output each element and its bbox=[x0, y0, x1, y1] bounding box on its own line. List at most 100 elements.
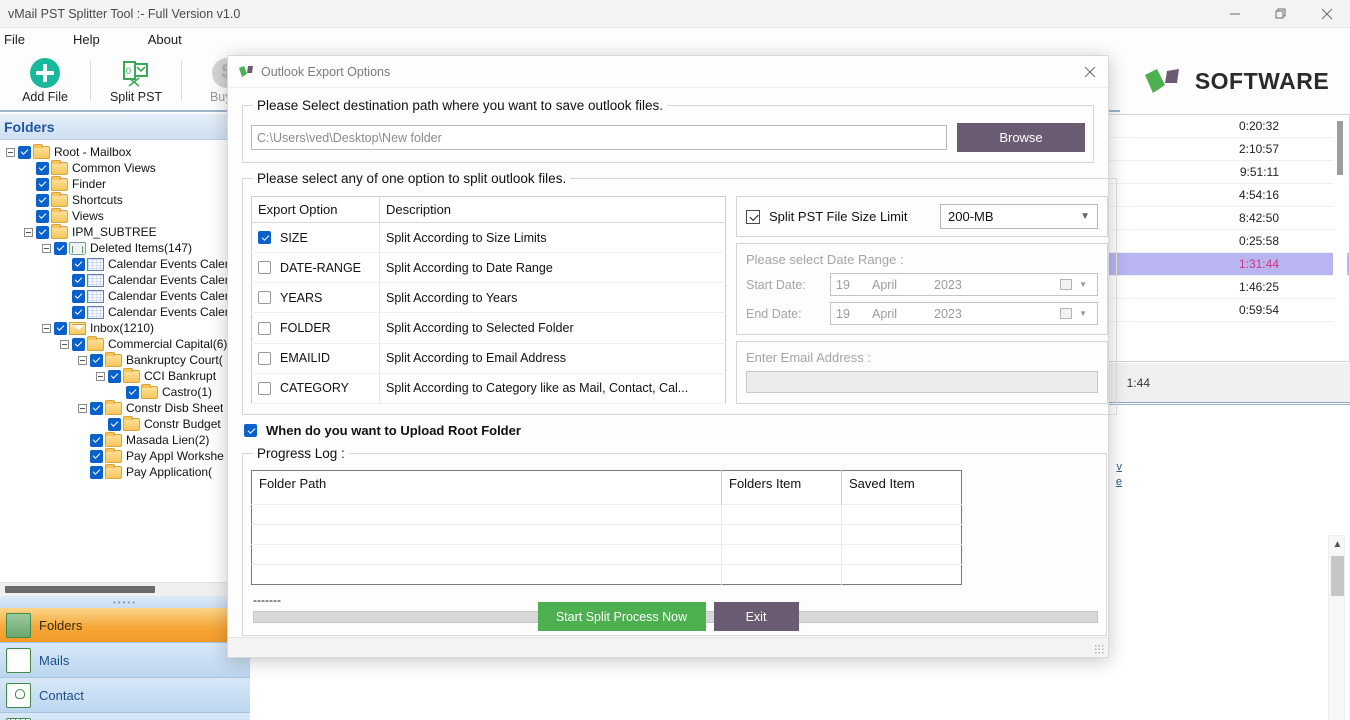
tree-node[interactable]: Calendar Events Calen bbox=[0, 304, 250, 320]
tree-node-checkbox[interactable] bbox=[36, 161, 49, 175]
option-checkbox-date-range[interactable] bbox=[258, 261, 271, 275]
option-checkbox-folder[interactable] bbox=[258, 321, 271, 335]
preview-scrollbar[interactable]: ▲ ▼ bbox=[1328, 535, 1345, 720]
start-date-picker-button[interactable]: ▼ bbox=[1055, 279, 1097, 290]
size-limit-checkbox[interactable] bbox=[746, 209, 760, 224]
tree-node-checkbox[interactable] bbox=[72, 273, 85, 287]
tree-node[interactable]: Constr Budget bbox=[0, 415, 250, 432]
email-address-input[interactable] bbox=[746, 371, 1098, 393]
tree-node-checkbox[interactable] bbox=[36, 177, 49, 191]
table-row[interactable]: DATE-RANGE Split According to Date Range bbox=[251, 252, 726, 284]
end-date-field[interactable]: 19 April 2023 ▼ bbox=[830, 302, 1098, 325]
tree-node[interactable]: Finder bbox=[0, 175, 250, 192]
tree-node-checkbox[interactable] bbox=[36, 225, 49, 239]
tree-node-checkbox[interactable] bbox=[72, 337, 85, 351]
tree-node[interactable]: Calendar Events Calen bbox=[0, 256, 250, 272]
tree-node-checkbox[interactable] bbox=[36, 209, 49, 223]
tree-node-checkbox[interactable] bbox=[90, 353, 103, 367]
tree-node[interactable]: Inbox(1210) bbox=[0, 320, 250, 336]
tree-collapse-icon[interactable] bbox=[24, 227, 33, 237]
toolbar-split-pst-button[interactable]: 0 Split PST bbox=[91, 52, 181, 110]
tree-node[interactable]: Views bbox=[0, 207, 250, 224]
tree-node[interactable]: Pay Appl Workshe bbox=[0, 447, 250, 464]
start-date-field[interactable]: 19 April 2023 ▼ bbox=[830, 273, 1098, 296]
end-date-picker-button[interactable]: ▼ bbox=[1055, 308, 1097, 319]
chevron-up-icon[interactable]: ▲ bbox=[1329, 536, 1346, 553]
tree-node-checkbox[interactable] bbox=[90, 433, 103, 447]
folder-tree[interactable]: Root - Mailbox Common Views Finder Shortcut… bbox=[0, 140, 250, 580]
tree-collapse-icon[interactable] bbox=[78, 403, 87, 413]
tree-node[interactable]: Shortcuts bbox=[0, 191, 250, 208]
tree-collapse-icon[interactable] bbox=[96, 371, 105, 381]
table-row[interactable]: FOLDER Split According to Selected Folde… bbox=[251, 312, 726, 344]
close-icon[interactable] bbox=[1072, 57, 1108, 87]
option-checkbox-years[interactable] bbox=[258, 291, 271, 305]
tree-node-checkbox[interactable] bbox=[108, 369, 121, 383]
minimize-icon[interactable] bbox=[1212, 0, 1258, 28]
preview-links[interactable]: ve bbox=[1116, 460, 1122, 490]
tree-node[interactable]: Deleted Items(147) bbox=[0, 240, 250, 256]
tree-node[interactable]: IPM_SUBTREE bbox=[0, 223, 250, 240]
option-description: Split According to Category like as Mail… bbox=[379, 373, 726, 405]
sidebar-item-calendar[interactable]: Calendar bbox=[0, 713, 250, 720]
toolbar-add-file-button[interactable]: Add File bbox=[0, 52, 90, 110]
tree-node-checkbox[interactable] bbox=[126, 385, 139, 399]
tree-collapse-icon[interactable] bbox=[60, 339, 69, 349]
mail-list-scrollbar[interactable] bbox=[1333, 117, 1347, 361]
destination-path-input[interactable]: C:\Users\ved\Desktop\New folder bbox=[251, 125, 947, 150]
table-row[interactable]: CATEGORY Split According to Category lik… bbox=[251, 373, 726, 405]
option-checkbox-category[interactable] bbox=[258, 381, 271, 395]
browse-button[interactable]: Browse bbox=[957, 123, 1085, 152]
scrollbar-thumb[interactable] bbox=[5, 586, 155, 593]
resize-grip-icon[interactable] bbox=[1094, 644, 1104, 654]
option-checkbox-emailid[interactable] bbox=[258, 351, 271, 365]
table-row[interactable]: EMAILID Split According to Email Address bbox=[251, 343, 726, 374]
tree-node-checkbox[interactable] bbox=[72, 305, 85, 319]
tree-collapse-icon[interactable] bbox=[6, 147, 15, 157]
size-limit-select[interactable]: 200-MB ▼ bbox=[940, 204, 1098, 229]
tree-node-checkbox[interactable] bbox=[72, 289, 85, 303]
panel-splitter-handle[interactable]: ••••• bbox=[0, 596, 250, 608]
tree-node-checkbox[interactable] bbox=[18, 145, 31, 159]
close-icon[interactable] bbox=[1304, 0, 1350, 28]
table-row[interactable]: YEARS Split According to Years bbox=[251, 282, 726, 314]
menu-item-help[interactable]: Help bbox=[63, 30, 110, 49]
tree-node[interactable]: Commercial Capital(6) bbox=[0, 335, 250, 352]
tree-node-checkbox[interactable] bbox=[90, 449, 103, 463]
tree-node-checkbox[interactable] bbox=[54, 321, 67, 335]
menu-item-about[interactable]: About bbox=[138, 30, 192, 49]
tree-node[interactable]: Root - Mailbox bbox=[0, 143, 250, 160]
tree-node-checkbox[interactable] bbox=[90, 401, 103, 415]
tree-node-checkbox[interactable] bbox=[90, 465, 103, 479]
sidebar-item-folders[interactable]: Folders bbox=[0, 608, 250, 643]
tree-node[interactable]: CCI Bankrupt bbox=[0, 367, 250, 384]
tree-node[interactable]: Pay Application( bbox=[0, 463, 250, 480]
tree-collapse-icon[interactable] bbox=[78, 355, 87, 365]
menu-item-file[interactable]: File bbox=[0, 30, 35, 49]
tree-node[interactable]: Calendar Events Calen bbox=[0, 272, 250, 288]
sidebar-item-contact[interactable]: Contact bbox=[0, 678, 250, 713]
tree-node[interactable]: Constr Disb Sheet bbox=[0, 399, 250, 416]
tree-collapse-icon[interactable] bbox=[42, 243, 51, 253]
tree-node[interactable]: Castro(1) bbox=[0, 383, 250, 400]
sidebar-item-mails[interactable]: Mails bbox=[0, 643, 250, 678]
scrollbar-thumb[interactable] bbox=[1337, 121, 1343, 175]
tree-node[interactable]: Bankruptcy Court( bbox=[0, 351, 250, 368]
tree-node-checkbox[interactable] bbox=[72, 257, 85, 271]
tree-horizontal-scrollbar[interactable] bbox=[0, 582, 250, 596]
tree-node[interactable]: Calendar Events Calen bbox=[0, 288, 250, 304]
tree-node[interactable]: Masada Lien(2) bbox=[0, 431, 250, 448]
tree-node-checkbox[interactable] bbox=[36, 193, 49, 207]
upload-root-folder-checkbox[interactable] bbox=[244, 424, 257, 437]
restore-icon[interactable] bbox=[1258, 0, 1304, 28]
tree-node-checkbox[interactable] bbox=[108, 417, 121, 431]
tree-collapse-icon[interactable] bbox=[42, 323, 51, 333]
start-split-process-button[interactable]: Start Split Process Now bbox=[537, 602, 706, 631]
tree-node-checkbox[interactable] bbox=[54, 241, 67, 255]
table-row[interactable]: SIZE Split According to Size Limits bbox=[251, 222, 726, 254]
option-checkbox-size[interactable] bbox=[258, 231, 271, 245]
exit-button[interactable]: Exit bbox=[713, 602, 799, 631]
scrollbar-thumb[interactable] bbox=[1331, 556, 1344, 596]
tree-node[interactable]: Common Views bbox=[0, 159, 250, 176]
